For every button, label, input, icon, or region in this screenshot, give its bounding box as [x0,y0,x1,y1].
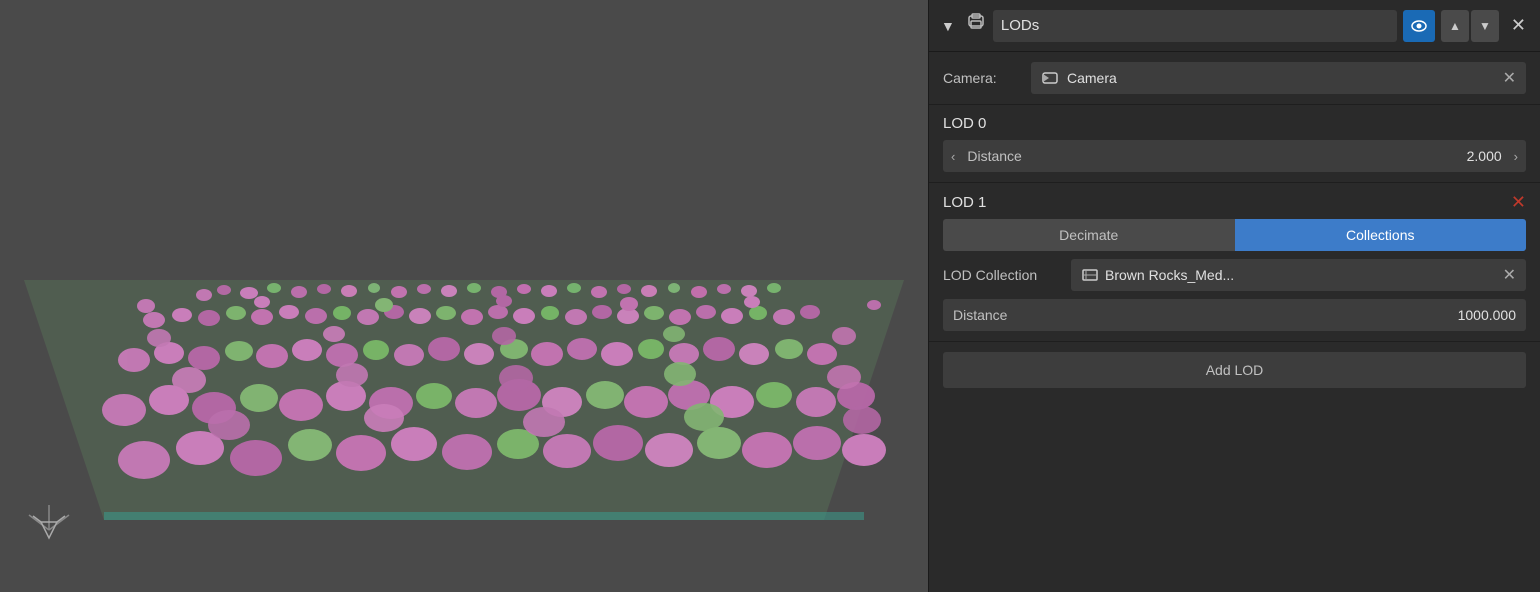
lod1-distance-row[interactable]: Distance 1000.000 [943,299,1526,331]
camera-label: Camera: [943,70,1023,86]
panel-header: ▼ ▲ ▼ ✕ [929,0,1540,52]
lod1-decimate-tab[interactable]: Decimate [943,219,1235,251]
camera-row: Camera: Camera ✕ [929,52,1540,105]
lod1-collection-value: Brown Rocks_Med... [1105,267,1497,283]
lod1-section: LOD 1 ✕ Decimate Collections LOD Collect… [929,183,1540,342]
camera-clear-button[interactable]: ✕ [1503,68,1516,88]
camera-picker[interactable]: Camera ✕ [1031,62,1526,94]
lod1-header: LOD 1 ✕ [943,193,1526,211]
lod1-tab-row: Decimate Collections [943,219,1526,251]
camera-value: Camera [1067,70,1117,86]
panel-close-button[interactable]: ✕ [1505,13,1532,38]
add-lod-button[interactable]: Add LOD [943,352,1526,388]
lod1-collection-row: LOD Collection Brown Rocks_Med... ✕ [943,259,1526,291]
lod0-section: LOD 0 ‹ Distance 2.000 › [929,105,1540,183]
collection-icon [1081,266,1099,284]
visibility-toggle-button[interactable] [1403,10,1435,42]
move-up-button[interactable]: ▲ [1441,10,1469,42]
viewport-3d[interactable] [0,0,928,592]
lod1-collection-picker[interactable]: Brown Rocks_Med... ✕ [1071,259,1526,291]
lod1-collection-clear-button[interactable]: ✕ [1503,265,1516,285]
lod0-distance-label: Distance [963,148,1466,164]
lod0-distance-value: 2.000 [1467,148,1506,164]
add-lod-section: Add LOD [929,342,1540,398]
lod0-header: LOD 0 [943,115,1526,132]
collapse-button[interactable]: ▼ [937,16,959,36]
lod0-distance-decrease-button[interactable]: ‹ [943,140,963,172]
lod0-title: LOD 0 [943,115,986,132]
lod0-distance-field[interactable]: ‹ Distance 2.000 › [943,140,1526,172]
lod1-collection-label: LOD Collection [943,267,1063,283]
lod1-title: LOD 1 [943,194,986,211]
lod1-collections-tab[interactable]: Collections [1235,219,1527,251]
lod0-distance-increase-button[interactable]: › [1506,140,1526,172]
move-down-button[interactable]: ▼ [1471,10,1499,42]
lod1-distance-label: Distance [953,307,1458,323]
panel-type-icon [965,12,987,39]
order-arrows: ▲ ▼ [1441,10,1499,42]
panel-name-input[interactable] [993,10,1397,42]
properties-panel: ▼ ▲ ▼ ✕ Camera: [928,0,1540,592]
lod1-remove-button[interactable]: ✕ [1511,193,1526,211]
lod1-distance-value: 1000.000 [1458,307,1516,323]
camera-icon [1041,69,1059,87]
